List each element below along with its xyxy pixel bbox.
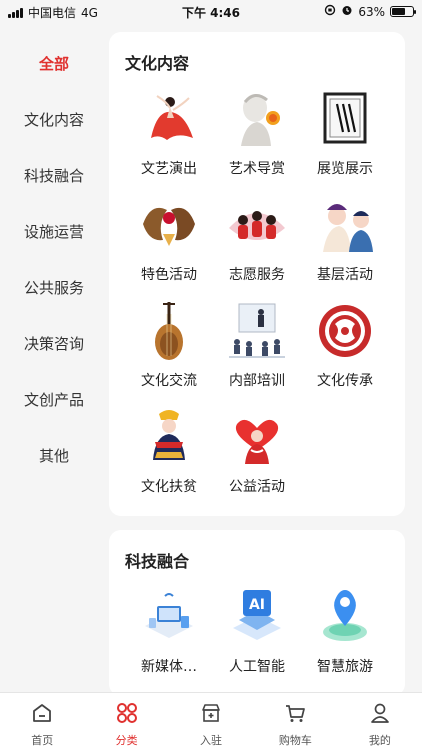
rotation-lock-icon — [324, 4, 336, 19]
sidebar-item-0[interactable]: 全部 — [0, 36, 108, 92]
category-tile[interactable]: 特色活动 — [125, 192, 213, 288]
section-card: 文化内容文艺演出 艺术导赏 展览展示特色活动 志愿服务 基层活动文化交流 内部培训 文化传承… — [109, 32, 405, 516]
category-icon — [115, 701, 139, 729]
category-tile[interactable]: AI 人工智能 — [213, 584, 301, 680]
category-tile[interactable]: 公益活动 — [213, 404, 301, 500]
category-tile[interactable]: 内部培训 — [213, 298, 301, 394]
sidebar-item-5[interactable]: 决策咨询 — [0, 316, 108, 372]
sidebar-item-4[interactable]: 公共服务 — [0, 260, 108, 316]
heart-charity-icon — [221, 404, 293, 470]
pipa-icon — [133, 298, 205, 364]
svg-text:AI: AI — [249, 597, 265, 613]
category-tile-label: 特色活动 — [141, 267, 197, 283]
ethnic-figure-icon — [133, 404, 205, 470]
category-tile-label: 基层活动 — [317, 267, 373, 283]
dancer-icon — [133, 86, 205, 152]
tab-cart[interactable]: 购物车 — [253, 693, 337, 750]
battery-icon — [390, 6, 416, 17]
category-tile-label: 智慧旅游 — [317, 659, 373, 675]
category-tile[interactable]: 新媒体… — [125, 584, 213, 680]
section-grid: 文艺演出 艺术导赏 展览展示特色活动 志愿服务 基层活动文化交流 内部培训 文化传承文化扶贫… — [125, 86, 389, 500]
bottom-tab-bar: 首页 分类 入驻 购物车 我的 — [0, 692, 422, 750]
training-icon — [221, 298, 293, 364]
section-title: 文化内容 — [125, 54, 190, 73]
category-tile-label: 新媒体… — [141, 659, 197, 675]
section-title: 科技融合 — [125, 552, 190, 571]
paper-cut-icon — [309, 298, 381, 364]
category-tile-label: 文化交流 — [141, 373, 197, 389]
cart-icon — [283, 701, 307, 729]
opera-icon — [309, 192, 381, 258]
new-media-icon — [133, 584, 205, 650]
tab-store[interactable]: 入驻 — [169, 693, 253, 750]
category-content: 文化内容文艺演出 艺术导赏 展览展示特色活动 志愿服务 基层活动文化交流 内部培训 文化传承… — [109, 32, 405, 692]
sidebar-item-3[interactable]: 设施运营 — [0, 204, 108, 260]
tab-profile[interactable]: 我的 — [338, 693, 422, 750]
tab-category[interactable]: 分类 — [84, 693, 168, 750]
category-tile-label: 文化传承 — [317, 373, 373, 389]
category-tile-label: 内部培训 — [229, 373, 285, 389]
category-tile[interactable]: 文艺演出 — [125, 86, 213, 182]
frame-icon — [309, 86, 381, 152]
section-card: 科技融合新媒体… AI 人工智能 智慧旅游 — [109, 530, 405, 692]
category-tile[interactable]: 艺术导赏 — [213, 86, 301, 182]
smart-tourism-icon — [309, 584, 381, 650]
category-tile[interactable]: 基层活动 — [301, 192, 389, 288]
category-tile-label: 公益活动 — [229, 479, 285, 495]
store-icon — [199, 701, 223, 729]
sidebar-item-7[interactable]: 其他 — [0, 428, 108, 484]
sidebar-item-2[interactable]: 科技融合 — [0, 148, 108, 204]
category-tile[interactable]: 文化扶贫 — [125, 404, 213, 500]
ai-icon: AI — [221, 584, 293, 650]
category-tile[interactable]: 文化传承 — [301, 298, 389, 394]
alarm-icon — [341, 4, 353, 19]
tab-label: 我的 — [368, 734, 391, 747]
category-sidebar: 全部 文化内容 科技融合 设施运营 公共服务 决策咨询 文创产品 其他 — [0, 36, 108, 484]
category-tile[interactable]: 智慧旅游 — [301, 584, 389, 680]
tab-label: 分类 — [115, 734, 138, 747]
category-tile-label: 人工智能 — [229, 659, 285, 675]
tab-home[interactable]: 首页 — [0, 693, 84, 750]
status-bar: 中国电信 4G 下午 4:46 63% — [0, 0, 422, 22]
category-tile-label: 展览展示 — [317, 161, 373, 177]
category-tile-label: 志愿服务 — [229, 267, 285, 283]
category-tile-label: 文艺演出 — [141, 161, 197, 177]
home-icon — [30, 701, 54, 729]
lion-dance-icon — [133, 192, 205, 258]
category-tile-label: 文化扶贫 — [141, 479, 197, 495]
tab-label: 入驻 — [200, 734, 223, 747]
sidebar-item-6[interactable]: 文创产品 — [0, 372, 108, 428]
tab-label: 首页 — [31, 734, 54, 747]
sculpture-icon — [221, 86, 293, 152]
profile-icon — [368, 701, 392, 729]
category-tile-label: 艺术导赏 — [229, 161, 285, 177]
sidebar-item-1[interactable]: 文化内容 — [0, 92, 108, 148]
section-grid: 新媒体… AI 人工智能 智慧旅游 — [125, 584, 389, 680]
category-tile[interactable]: 文化交流 — [125, 298, 213, 394]
status-right: 63% — [324, 4, 416, 19]
category-tile[interactable]: 志愿服务 — [213, 192, 301, 288]
tab-label: 购物车 — [278, 734, 312, 747]
battery-percent: 63% — [358, 4, 385, 19]
category-tile[interactable]: 展览展示 — [301, 86, 389, 182]
volunteers-icon — [221, 192, 293, 258]
